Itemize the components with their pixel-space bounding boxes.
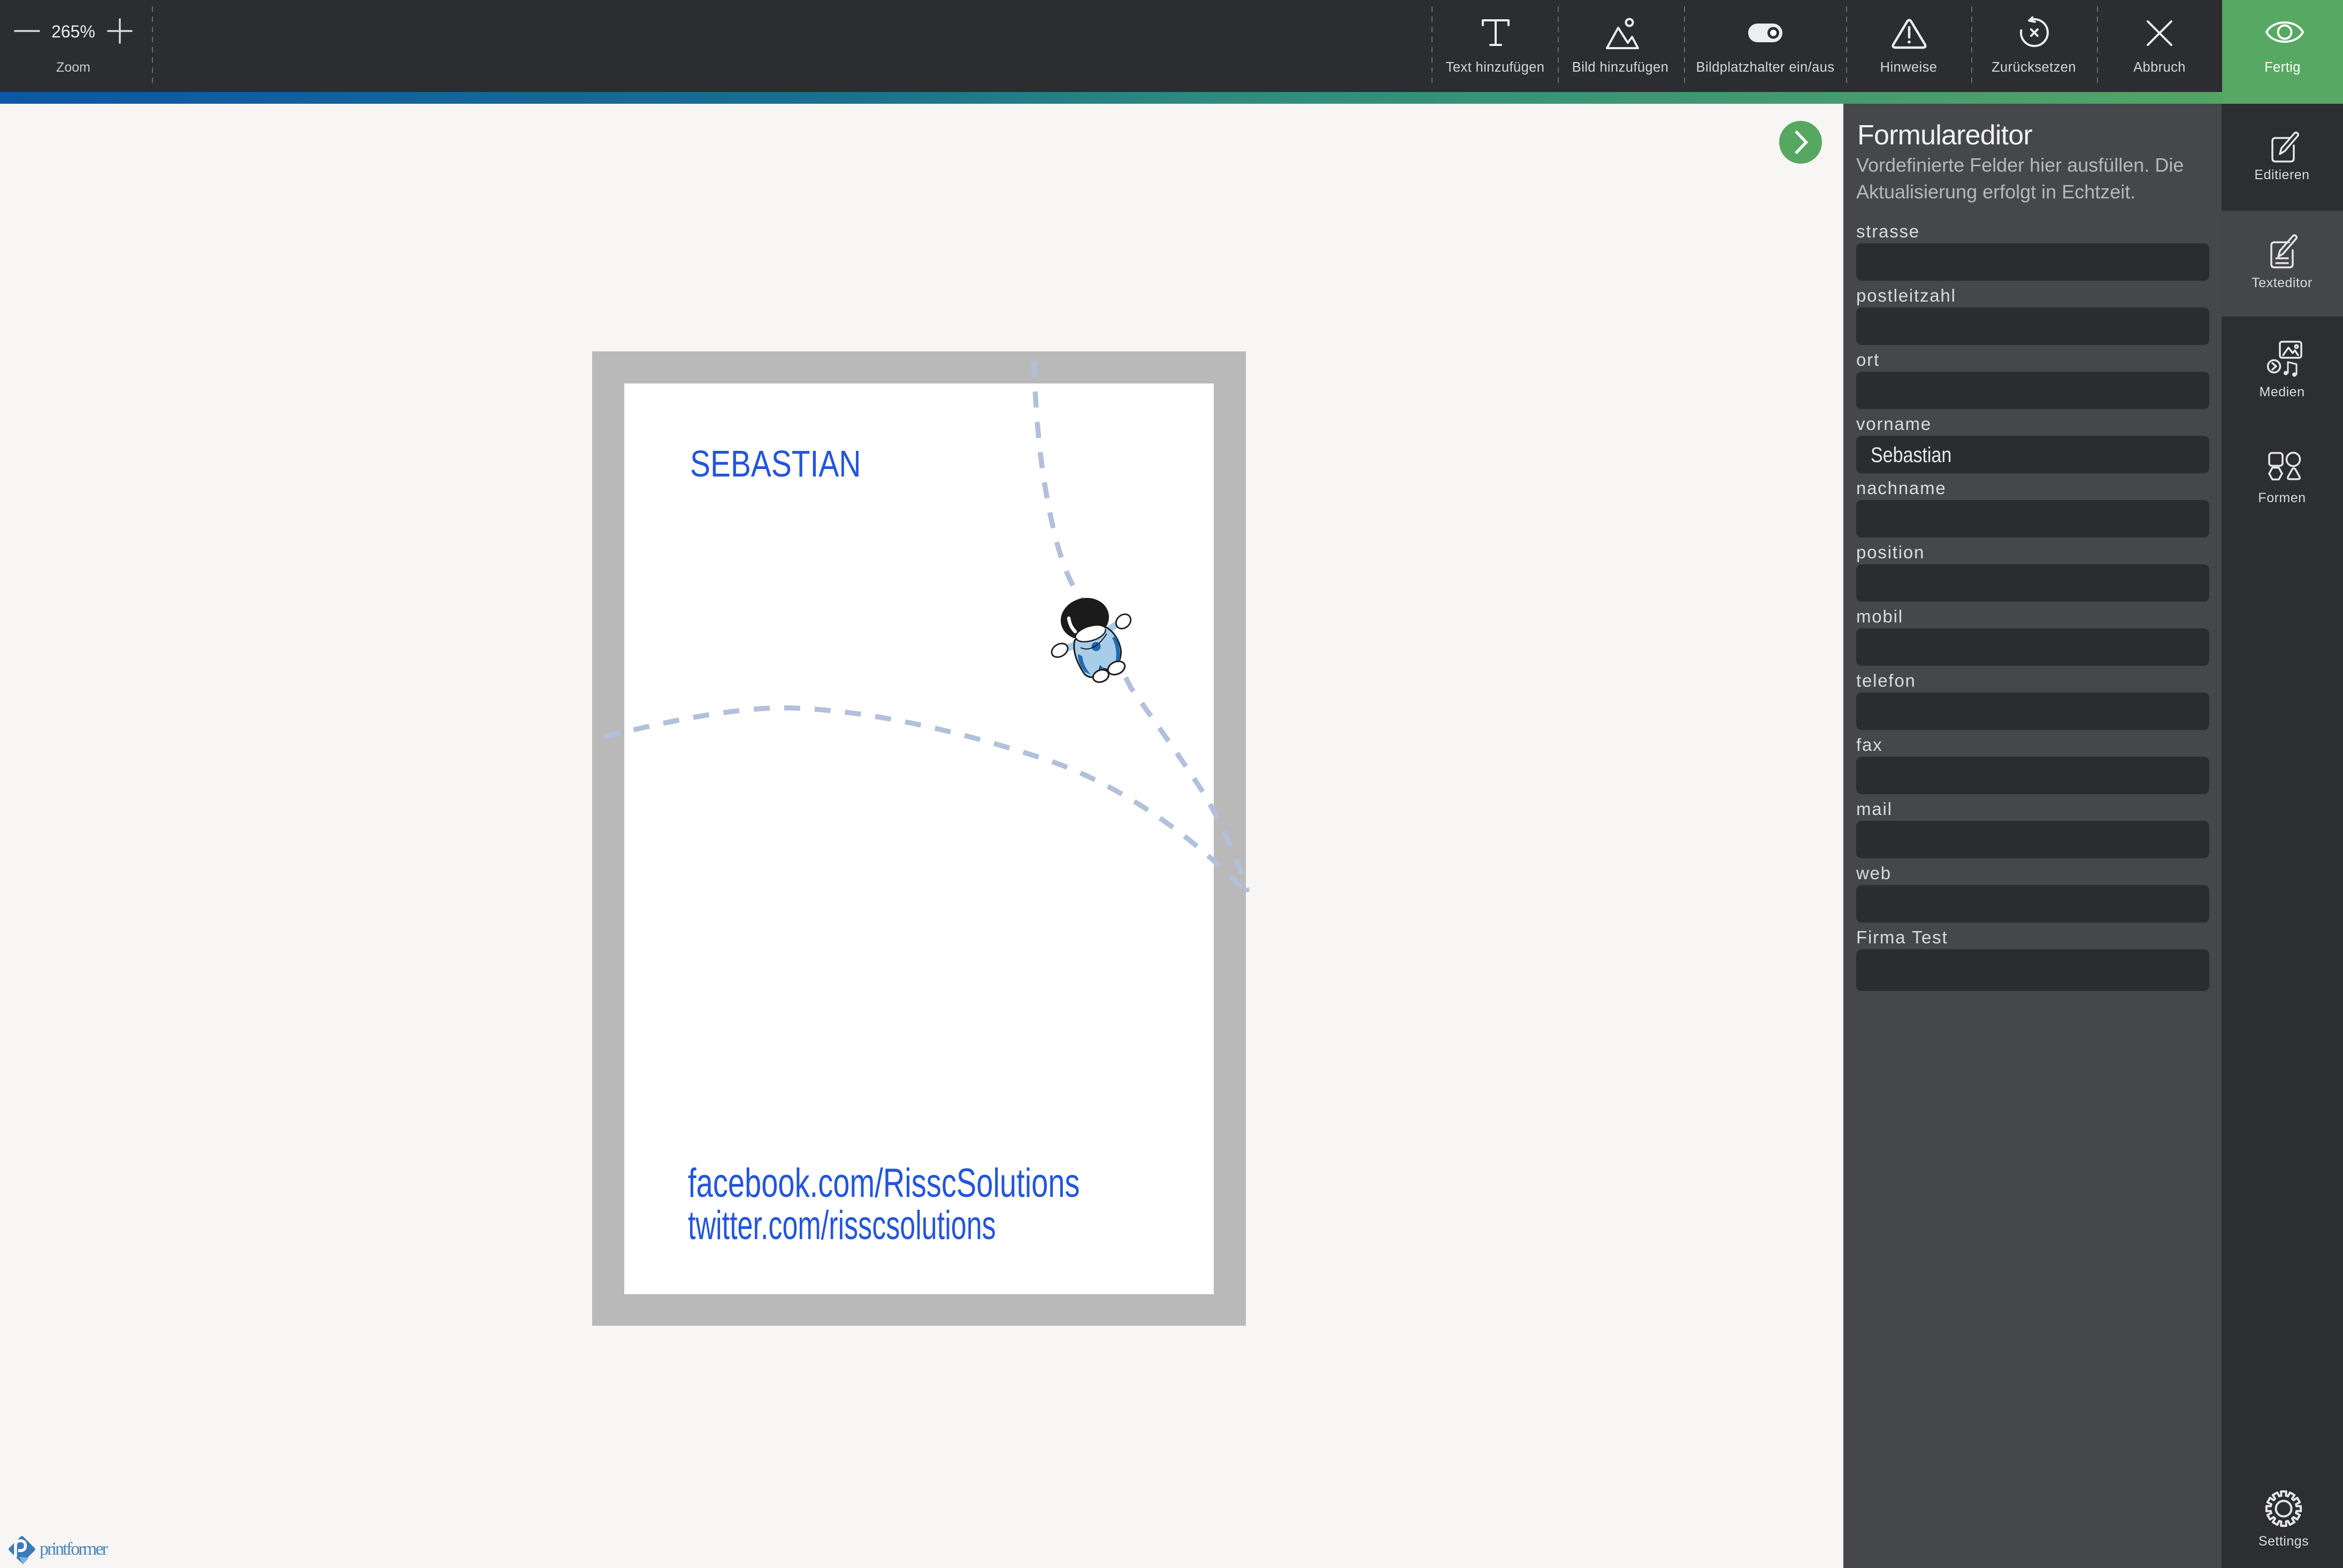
svg-text:printformer: printformer <box>40 1539 109 1559</box>
